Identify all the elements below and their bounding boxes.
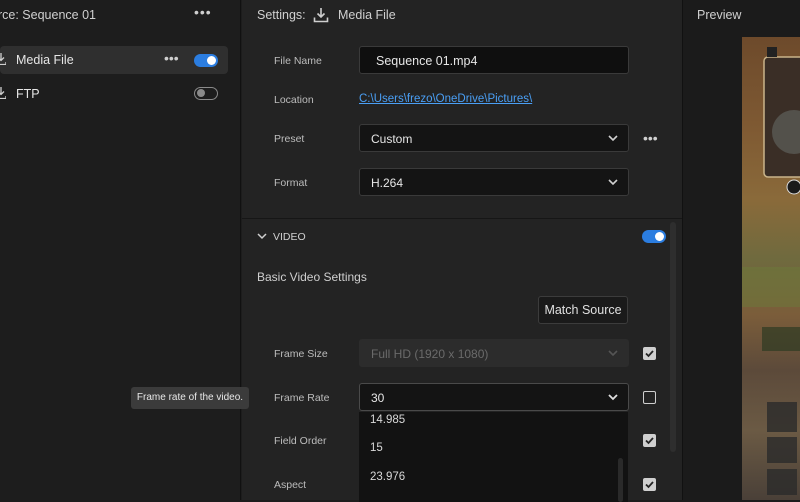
frame-rate-dropdown: 14.985 15 23.976 bbox=[359, 412, 628, 502]
location-label: Location bbox=[274, 94, 314, 106]
destination-more-icon[interactable]: ••• bbox=[164, 50, 179, 66]
chevron-down-icon bbox=[608, 135, 618, 142]
settings-panel: Settings: Media File File Name Sequence … bbox=[242, 0, 682, 502]
preview-panel: Preview bbox=[683, 0, 800, 500]
match-source-button[interactable]: Match Source bbox=[538, 296, 628, 324]
source-header: rce: Sequence 01 ••• bbox=[0, 0, 240, 30]
format-select[interactable]: H.264 bbox=[359, 168, 629, 196]
checkmark-icon bbox=[645, 481, 654, 489]
dropdown-scrollbar[interactable] bbox=[618, 458, 623, 502]
settings-title: Settings: bbox=[257, 8, 306, 22]
preview-frame[interactable] bbox=[742, 37, 800, 500]
video-section-header[interactable]: VIDEO bbox=[257, 231, 306, 243]
settings-scrollbar[interactable] bbox=[670, 222, 676, 452]
settings-target: Media File bbox=[338, 8, 396, 22]
file-name-value: Sequence 01.mp4 bbox=[376, 54, 478, 68]
field-order-label: Field Order bbox=[274, 435, 327, 447]
preset-label: Preset bbox=[274, 133, 305, 145]
panel-divider bbox=[240, 0, 241, 500]
preset-value: Custom bbox=[371, 132, 413, 146]
section-divider bbox=[242, 218, 682, 219]
media-file-toggle[interactable] bbox=[194, 54, 218, 67]
frame-rate-value: 30 bbox=[371, 391, 385, 405]
format-value: H.264 bbox=[371, 176, 404, 190]
location-link[interactable]: C:\Users\frezo\OneDrive\Pictures\ bbox=[359, 93, 532, 105]
media-file-icon bbox=[0, 53, 6, 65]
frame-size-label: Frame Size bbox=[274, 348, 328, 360]
frame-rate-option[interactable]: 15 bbox=[370, 442, 383, 454]
export-icon bbox=[313, 8, 329, 23]
frame-size-checkbox[interactable] bbox=[643, 347, 656, 360]
frame-rate-tooltip: Frame rate of the video. bbox=[131, 387, 249, 409]
destination-label: FTP bbox=[16, 87, 40, 101]
destination-media-file[interactable]: Media File ••• bbox=[0, 46, 228, 74]
checkmark-icon bbox=[645, 437, 654, 445]
frame-rate-option[interactable]: 23.976 bbox=[370, 471, 405, 483]
chevron-down-icon bbox=[257, 233, 267, 240]
frame-rate-option[interactable]: 14.985 bbox=[370, 414, 405, 426]
checkmark-icon bbox=[645, 350, 654, 358]
video-section-label: VIDEO bbox=[273, 231, 306, 243]
source-title: rce: Sequence 01 bbox=[0, 8, 96, 22]
frame-size-value: Full HD (1920 x 1080) bbox=[371, 347, 489, 361]
frame-rate-checkbox[interactable] bbox=[643, 391, 656, 404]
chevron-down-icon bbox=[608, 350, 618, 357]
source-panel: rce: Sequence 01 ••• Media File ••• FTP bbox=[0, 0, 240, 500]
video-toggle[interactable] bbox=[642, 230, 666, 243]
destination-ftp[interactable]: FTP bbox=[0, 80, 228, 108]
chevron-down-icon bbox=[608, 179, 618, 186]
field-order-checkbox[interactable] bbox=[643, 434, 656, 447]
format-label: Format bbox=[274, 177, 308, 189]
file-name-input[interactable]: Sequence 01.mp4 bbox=[359, 46, 629, 74]
aspect-label: Aspect bbox=[274, 479, 307, 491]
aspect-checkbox[interactable] bbox=[643, 478, 656, 491]
source-more-icon[interactable]: ••• bbox=[194, 4, 212, 20]
preview-image bbox=[742, 47, 800, 495]
frame-rate-select[interactable]: 30 bbox=[359, 383, 629, 411]
frame-size-select[interactable]: Full HD (1920 x 1080) bbox=[359, 339, 629, 367]
frame-rate-label: Frame Rate bbox=[274, 392, 330, 404]
preset-more-icon[interactable]: ••• bbox=[643, 130, 658, 146]
ftp-toggle[interactable] bbox=[194, 87, 218, 100]
preview-title: Preview bbox=[697, 8, 742, 22]
destination-label: Media File bbox=[16, 53, 74, 67]
preset-select[interactable]: Custom bbox=[359, 124, 629, 152]
chevron-down-icon bbox=[608, 394, 618, 401]
file-name-label: File Name bbox=[274, 55, 322, 67]
settings-header: Settings: Media File bbox=[242, 0, 682, 30]
ftp-icon bbox=[0, 87, 6, 99]
basic-video-settings-title: Basic Video Settings bbox=[257, 270, 367, 284]
